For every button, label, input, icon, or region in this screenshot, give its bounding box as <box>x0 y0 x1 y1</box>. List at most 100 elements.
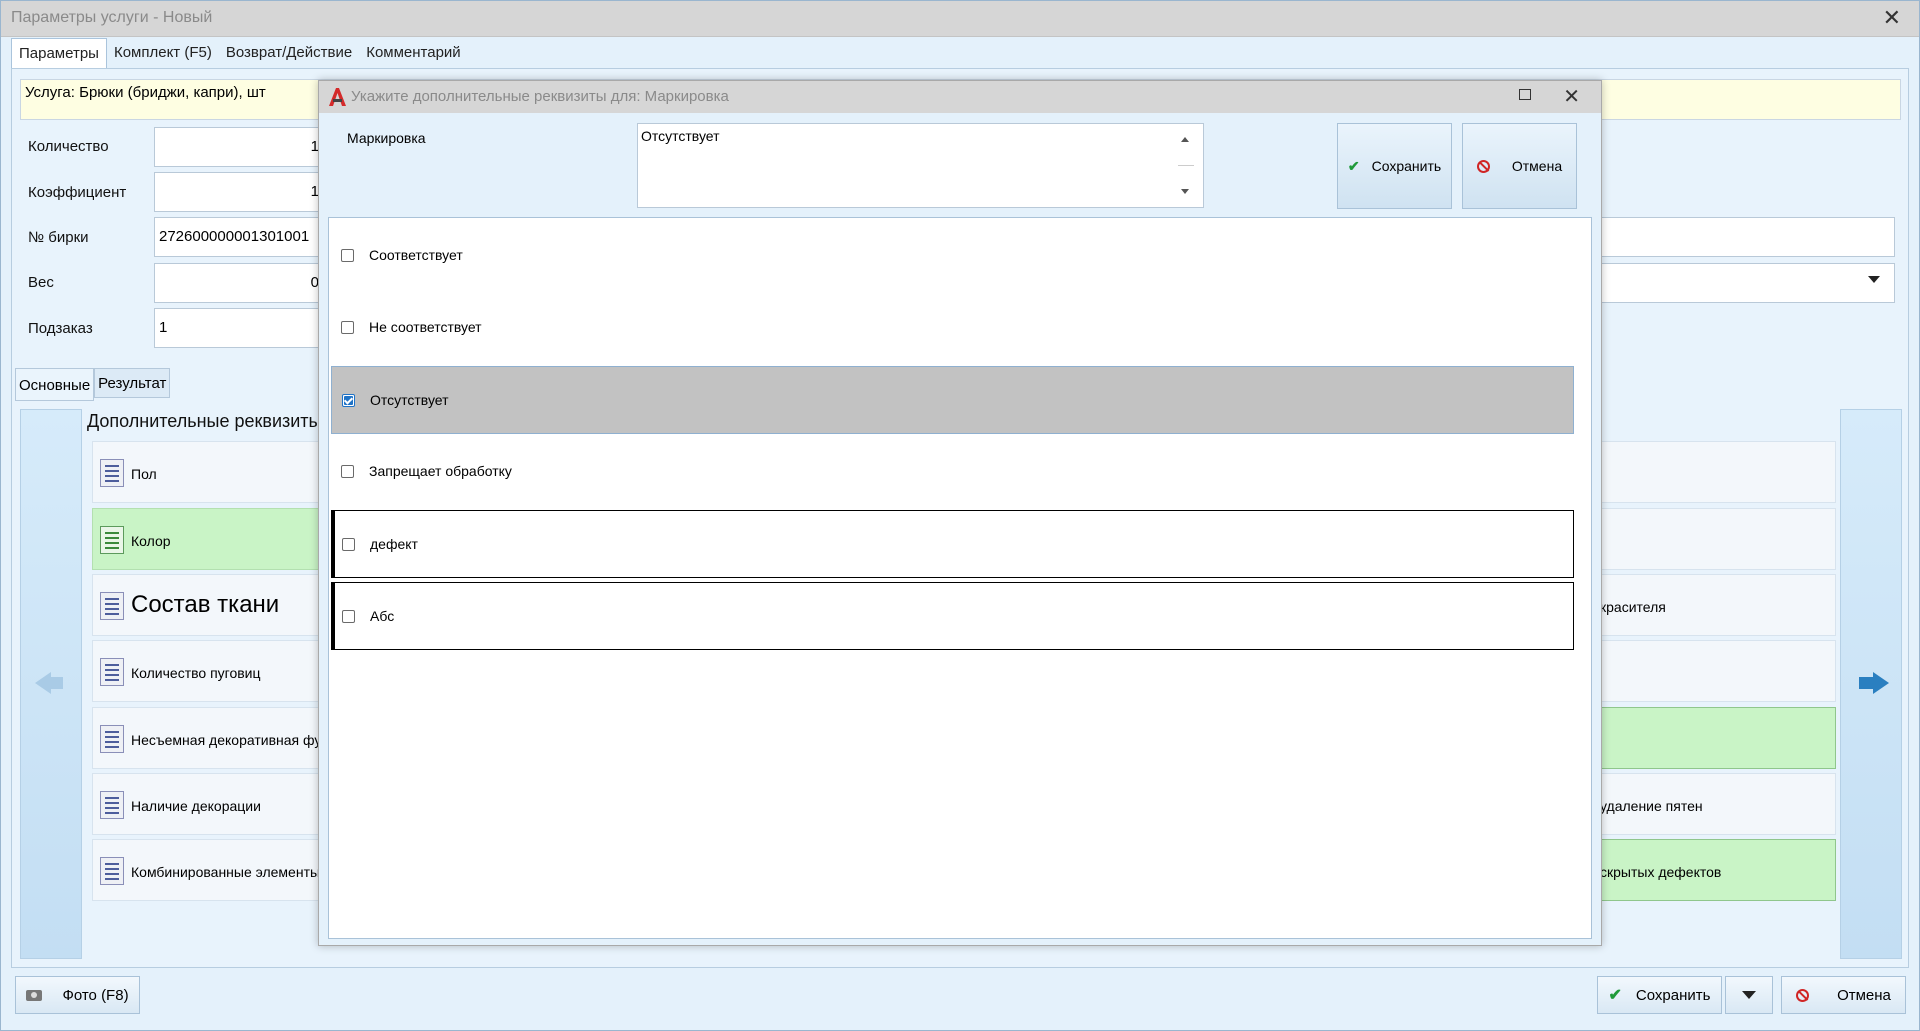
maximize-icon[interactable] <box>1519 89 1531 100</box>
dialog-cancel-button[interactable]: Отмена <box>1462 123 1577 209</box>
attr-buttons-count[interactable]: Количество пуговиц <box>92 640 342 702</box>
attr-color[interactable]: Колор <box>92 508 342 570</box>
scroll-thumb[interactable] <box>1178 165 1194 166</box>
arrow-right-icon-bar <box>1859 677 1873 689</box>
right-text-field[interactable] <box>1601 217 1895 257</box>
save-button[interactable]: ✔ Сохранить <box>1597 976 1722 1014</box>
attr-label: Количество пуговиц <box>131 665 261 681</box>
list-icon <box>100 526 124 554</box>
quantity-input[interactable]: 1 <box>154 127 324 167</box>
scroll-down-icon[interactable] <box>1181 189 1189 194</box>
cancel-icon <box>1476 159 1490 173</box>
save-options-button[interactable] <box>1725 976 1773 1014</box>
checkbox[interactable] <box>341 321 354 334</box>
checkbox[interactable] <box>342 538 355 551</box>
attr-right-3[interactable]: красителя <box>1561 574 1836 636</box>
tab-kit[interactable]: Комплект (F5) <box>107 38 219 68</box>
main-tabs: Параметры Комплект (F5) Возврат/Действие… <box>11 38 468 68</box>
scroll-up-icon[interactable] <box>1181 137 1189 142</box>
weight-input[interactable]: 0 <box>154 263 324 303</box>
list-icon <box>100 857 124 885</box>
photo-button-label: Фото (F8) <box>62 986 129 1004</box>
list-icon <box>100 725 124 753</box>
attr-label: Комбинированные элементы <box>131 864 321 880</box>
next-page-button[interactable] <box>1840 409 1902 959</box>
save-button-label: Сохранить <box>1635 986 1711 1004</box>
prev-page-button[interactable] <box>20 409 82 959</box>
weight-label: Вес <box>28 274 54 291</box>
checkbox-checked[interactable] <box>342 394 355 407</box>
attr-decorations[interactable]: Наличие декорации <box>92 773 342 835</box>
option-item[interactable]: дефект <box>331 510 1574 578</box>
window-title: Параметры услуги - Новый <box>11 9 213 26</box>
option-label: Абс <box>370 608 395 624</box>
checkbox[interactable] <box>341 465 354 478</box>
attr-right-7[interactable]: скрытых дефектов <box>1561 839 1836 901</box>
attr-label: Состав ткани <box>131 591 280 618</box>
tab-parameters[interactable]: Параметры <box>11 38 107 68</box>
option-label: Соответствует <box>369 247 463 263</box>
chevron-down-icon <box>1868 276 1880 283</box>
option-item-selected[interactable]: Отсутствует <box>331 366 1574 434</box>
option-label: Отсутствует <box>370 392 449 408</box>
app-logo-icon <box>329 88 346 106</box>
option-item[interactable]: Не соответствует <box>331 294 1574 362</box>
checkbox[interactable] <box>341 249 354 262</box>
dialog-cancel-label: Отмена <box>1511 158 1563 174</box>
tab-return-action[interactable]: Возврат/Действие <box>219 38 359 68</box>
suborder-input[interactable]: 1 <box>154 308 324 348</box>
right-dropdown[interactable] <box>1601 263 1895 303</box>
option-item[interactable]: Абс <box>331 582 1574 650</box>
attr-right-6[interactable]: удаление пятен <box>1561 773 1836 835</box>
list-icon <box>100 592 124 620</box>
attr-right-2[interactable] <box>1561 508 1836 570</box>
option-label: Не соответствует <box>369 319 482 335</box>
tab-result[interactable]: Результат <box>94 368 171 398</box>
dialog-save-button[interactable]: ✔ Сохранить <box>1337 123 1452 209</box>
close-icon[interactable]: ✕ <box>1883 5 1901 31</box>
option-label: Запрещает обработку <box>369 463 512 479</box>
arrow-right-icon <box>1873 672 1889 694</box>
attr-fabric[interactable]: Состав ткани <box>92 574 342 636</box>
option-item[interactable]: Запрещает обработку <box>331 438 1574 506</box>
arrow-left-icon-bar <box>49 677 63 689</box>
tab-main[interactable]: Основные <box>15 368 95 401</box>
attr-decor-fittings[interactable]: Несъемная декоративная фурнитура <box>92 707 374 769</box>
marking-label: Маркировка <box>347 130 426 146</box>
chevron-down-icon <box>1742 991 1756 999</box>
attr-right-1[interactable] <box>1561 441 1836 503</box>
attributes-heading: Дополнительные реквизиты <box>87 411 322 431</box>
check-icon: ✔ <box>1347 157 1360 174</box>
list-icon <box>100 658 124 686</box>
marking-value-field[interactable]: Отсутствует <box>637 123 1204 208</box>
cancel-button[interactable]: Отмена <box>1781 976 1906 1014</box>
suborder-label: Подзаказ <box>28 320 93 337</box>
attr-label: Наличие декорации <box>131 798 261 814</box>
cancel-button-label: Отмена <box>1837 986 1891 1004</box>
dialog-title: Укажите дополнительные реквизиты для: Ма… <box>351 88 729 105</box>
attr-label: Колор <box>131 533 171 549</box>
list-icon <box>100 791 124 819</box>
attr-right-4[interactable] <box>1561 640 1836 702</box>
close-icon[interactable]: ✕ <box>1563 84 1580 109</box>
coefficient-input[interactable]: 1 <box>154 172 324 212</box>
quantity-label: Количество <box>28 138 109 155</box>
marking-value: Отсутствует <box>641 128 720 144</box>
camera-icon <box>26 989 43 1001</box>
list-icon <box>100 459 124 487</box>
cancel-icon-wrap <box>1476 159 1512 173</box>
photo-button[interactable]: Фото (F8) <box>15 976 140 1014</box>
attr-combined[interactable]: Комбинированные элементы <box>92 839 342 901</box>
title-bar: Параметры услуги - Новый ✕ <box>1 1 1919 37</box>
attr-gender[interactable]: Пол <box>92 441 342 503</box>
checkbox[interactable] <box>342 610 355 623</box>
option-item[interactable]: Соответствует <box>331 222 1574 290</box>
tab-comment[interactable]: Комментарий <box>359 38 467 68</box>
attr-right-5[interactable] <box>1561 707 1836 769</box>
cancel-icon <box>1796 988 1810 1002</box>
attribute-dialog: Укажите дополнительные реквизиты для: Ма… <box>318 80 1602 946</box>
coefficient-label: Коэффициент <box>28 184 127 201</box>
attr-label: Пол <box>131 466 157 482</box>
tag-input[interactable]: 272600000001301001 <box>154 217 324 257</box>
sub-tabs: Основные Результат <box>15 368 171 401</box>
